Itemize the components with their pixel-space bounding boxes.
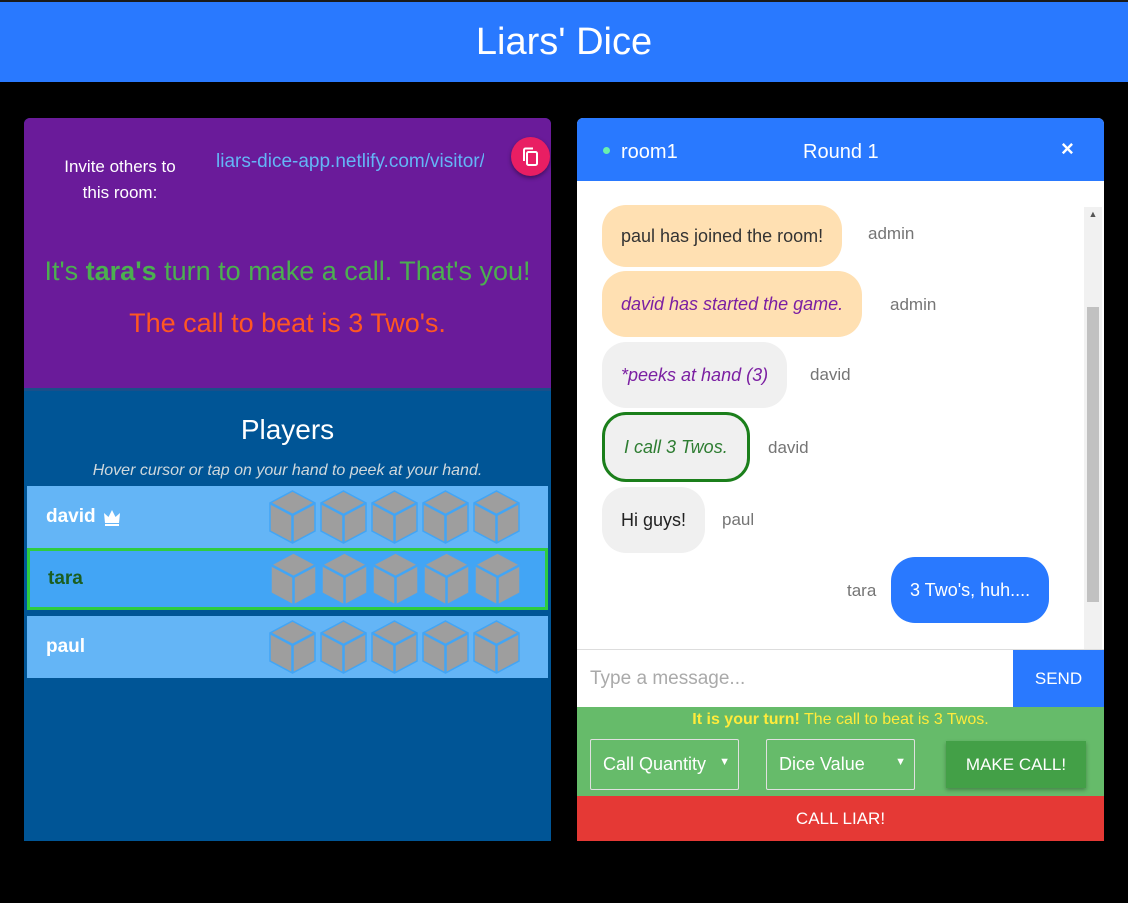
die-icon — [267, 488, 318, 551]
message-bubble: 3 Two's, huh.... — [891, 557, 1050, 623]
player-hand[interactable] — [267, 618, 522, 681]
die-icon — [471, 488, 522, 551]
make-call-button[interactable]: MAKE CALL! — [946, 741, 1086, 788]
app-title: Liars' Dice — [475, 20, 653, 63]
die-icon — [268, 550, 319, 613]
turn-controls: It is your turn! The call to beat is 3 T… — [577, 707, 1104, 796]
die-icon — [267, 618, 318, 681]
turn-prefix: It's — [44, 256, 86, 286]
call-quantity-select[interactable]: Call Quantity ▼ — [590, 739, 739, 790]
die-icon — [370, 550, 421, 613]
message-sender: admin — [890, 295, 937, 314]
copy-icon — [522, 147, 538, 166]
room-name: room1 — [621, 141, 678, 163]
call-quantity-label: Call Quantity — [603, 754, 707, 774]
message-sender: paul — [722, 510, 755, 529]
dice-value-select[interactable]: Dice Value ▼ — [766, 739, 915, 790]
turn-suffix: turn to make a call. That's you! — [156, 256, 531, 286]
call-liar-button[interactable]: CALL LIAR! — [577, 796, 1104, 841]
section-divider — [24, 388, 551, 391]
app-header: Liars' Dice — [0, 0, 1128, 82]
close-icon[interactable]: × — [1061, 136, 1074, 162]
dropdown-caret-icon: ▼ — [719, 756, 730, 768]
turn-status: It's tara's turn to make a call. That's … — [24, 256, 551, 287]
call-to-beat: The call to beat is 3 Two's. — [129, 308, 446, 338]
crown-icon — [103, 510, 120, 526]
player-name: tara — [48, 568, 83, 589]
turn-message: It is your turn! The call to beat is 3 T… — [577, 711, 1104, 729]
die-icon — [472, 550, 523, 613]
message-bubble: *peeks at hand (3) — [602, 342, 788, 408]
message-bubble: I call 3 Twos. — [602, 412, 750, 482]
die-icon — [318, 618, 369, 681]
invite-label: Invite others to this room: — [64, 157, 176, 202]
die-icon — [420, 618, 471, 681]
die-icon — [420, 488, 471, 551]
player-hand[interactable] — [268, 550, 523, 613]
die-icon — [369, 488, 420, 551]
chat-header: room1 Round 1 × — [577, 118, 1104, 181]
players-hint: Hover cursor or tap on your hand to peek… — [92, 462, 483, 479]
die-icon — [318, 488, 369, 551]
invite-section: Invite others to this room: liars-dice-a… — [24, 118, 551, 390]
die-icon — [319, 550, 370, 613]
die-icon — [471, 618, 522, 681]
dice-value-label: Dice Value — [779, 754, 865, 774]
player-row-paul: paul — [27, 616, 548, 678]
message-bubble: Hi guys! — [602, 487, 706, 553]
message-input[interactable] — [577, 650, 1013, 708]
message-list[interactable]: paul has joined the room! admin david ha… — [577, 181, 1104, 649]
die-icon — [369, 618, 420, 681]
player-name: david — [46, 506, 122, 528]
message-bubble: david has started the game. — [602, 271, 863, 337]
invite-link[interactable]: liars-dice-app.netlify.com/visitor/room1 — [216, 151, 484, 173]
players-title: Players — [240, 414, 335, 445]
message-sender: admin — [868, 224, 915, 243]
player-name: paul — [46, 636, 86, 657]
turn-message-rest: The call to beat is 3 Twos. — [799, 711, 989, 728]
scroll-up-icon[interactable]: ▲ — [1084, 207, 1102, 221]
message-sender: david — [810, 365, 851, 384]
message-sender: david — [768, 438, 809, 457]
round-label: Round 1 — [803, 141, 879, 163]
turn-player: tara's — [85, 256, 157, 286]
game-panel: Invite others to this room: liars-dice-a… — [24, 118, 551, 841]
message-bubble: paul has joined the room! — [602, 205, 843, 267]
dropdown-caret-icon: ▼ — [895, 756, 906, 768]
online-status-icon — [603, 147, 610, 154]
player-hand[interactable] — [267, 488, 522, 551]
player-row-david: david — [27, 486, 548, 548]
send-button[interactable]: SEND — [1013, 650, 1104, 708]
chat-panel: room1 Round 1 × paul has joined the room… — [577, 118, 1104, 841]
die-icon — [421, 550, 472, 613]
player-row-tara: tara — [27, 548, 548, 610]
copy-link-button[interactable] — [511, 137, 550, 176]
scroll-thumb[interactable] — [1087, 307, 1099, 602]
chat-scrollbar[interactable]: ▲ ▼ — [1084, 207, 1102, 683]
turn-message-bold: It is your turn! — [692, 711, 800, 728]
message-sender: tara — [847, 581, 877, 600]
message-composer: SEND — [577, 649, 1104, 708]
